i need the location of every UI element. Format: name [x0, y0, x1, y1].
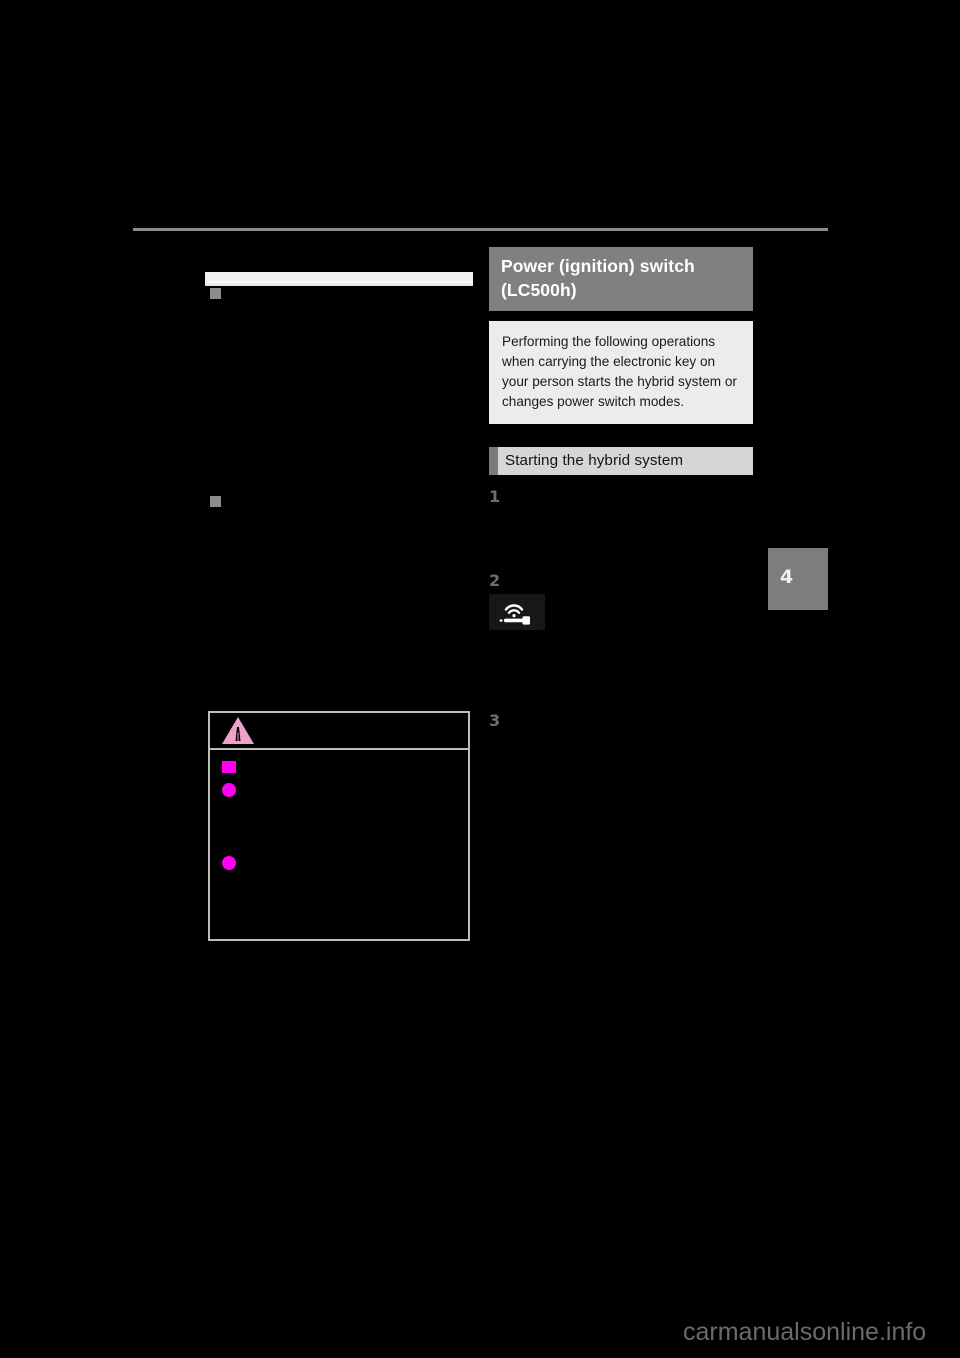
chapter-tab: 4 — [768, 548, 828, 610]
manual-page: Power (ignition) switch (LC500h) Perform… — [0, 0, 960, 1358]
magenta-round-bullet-icon — [222, 783, 236, 797]
caution-box — [208, 711, 470, 941]
step-2: 2 — [489, 573, 753, 635]
square-bullet-icon — [210, 288, 221, 299]
step-1: 1 — [489, 489, 753, 505]
caution-box-body — [210, 750, 468, 892]
electronic-key-signal-icon — [489, 594, 545, 630]
step-number: 3 — [489, 711, 501, 730]
caution-item — [222, 855, 456, 870]
subsection-accent-bar — [489, 447, 498, 475]
caution-item — [222, 782, 456, 797]
chapter-number: 4 — [780, 566, 794, 588]
magenta-round-bullet-icon — [222, 856, 236, 870]
header-rule — [133, 228, 828, 231]
watermark: carmanualsonline.info — [683, 1318, 927, 1346]
caution-box-header — [210, 713, 468, 750]
subsection-heading-label: Starting the hybrid system — [505, 452, 684, 469]
left-section-1-heading — [210, 286, 472, 299]
page-title: Power (ignition) switch (LC500h) — [489, 247, 753, 311]
warning-triangle-icon — [222, 717, 254, 744]
left-section-2-heading — [210, 494, 472, 507]
step-number: 2 — [489, 571, 501, 590]
step-3: 3 — [489, 713, 753, 729]
caution-subhead — [222, 759, 456, 773]
square-bullet-icon — [210, 496, 221, 507]
magenta-square-bullet-icon — [222, 761, 236, 773]
subsection-heading: Starting the hybrid system — [489, 447, 753, 475]
intro-paragraph: Performing the following operations when… — [489, 321, 753, 424]
step-number: 1 — [489, 487, 501, 506]
right-column: Power (ignition) switch (LC500h) Perform… — [489, 247, 753, 732]
